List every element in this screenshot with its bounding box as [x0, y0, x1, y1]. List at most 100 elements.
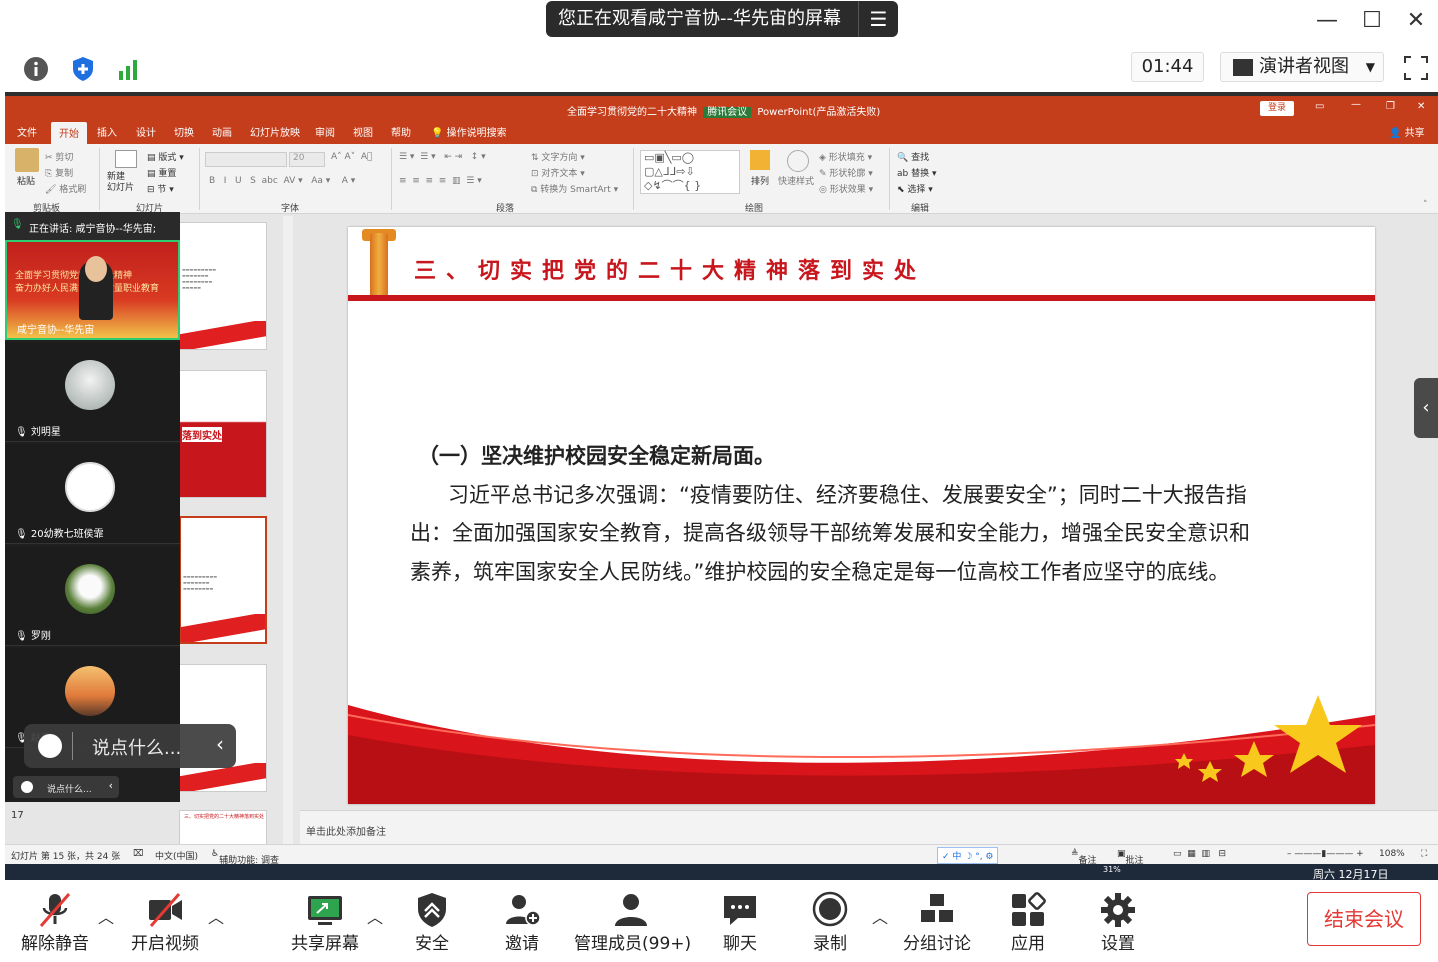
font-family-select[interactable]: [205, 152, 287, 167]
slide-canvas[interactable]: 三、切实把党的二十大精神落到实处 （一）坚决维护校园安全稳定新局面。 习近平总书…: [348, 227, 1375, 804]
tab-animations[interactable]: 动画: [212, 124, 232, 139]
participant-tile[interactable]: 🎙 20幼教七班侯霏: [5, 444, 180, 544]
ime-toolbar[interactable]: ✓ 中 ☽ °, ⚙: [937, 847, 999, 864]
font-size-select[interactable]: 20: [289, 152, 325, 167]
shape-effects-button[interactable]: ◎ 形状效果 ▾: [819, 182, 873, 195]
emoji-icon[interactable]: [38, 734, 62, 758]
hamburger-icon[interactable]: ☰: [858, 1, 898, 37]
tab-transitions[interactable]: 切换: [174, 124, 194, 139]
participant-tile[interactable]: 🎙 刘明星: [5, 342, 180, 442]
ribbon-display-icon[interactable]: ▭: [1315, 101, 1324, 112]
login-button[interactable]: 登录: [1260, 101, 1294, 116]
shape-outline-button[interactable]: ✎ 形状轮廓 ▾: [819, 166, 873, 179]
info-icon[interactable]: [21, 54, 51, 84]
participant-tile[interactable]: 🎙 罗刚: [5, 546, 180, 646]
collapse-ribbon-icon[interactable]: ˄: [1423, 200, 1428, 210]
chevron-left-icon[interactable]: ‹: [109, 779, 113, 792]
share-options-caret[interactable]: ︿: [367, 904, 383, 928]
new-slide-button[interactable]: 新建 幻灯片: [107, 172, 134, 194]
security-button[interactable]: 安全: [400, 888, 464, 958]
new-slide-icon[interactable]: [115, 150, 137, 168]
tab-home[interactable]: 开始: [51, 122, 87, 144]
select-button[interactable]: ⬉ 选择 ▾: [897, 182, 933, 195]
comments-button[interactable]: ▣ 批注: [1117, 849, 1144, 866]
apps-button[interactable]: 应用: [996, 888, 1060, 958]
tab-help[interactable]: 帮助: [391, 124, 411, 139]
layout-button[interactable]: ▤ 版式 ▾: [147, 150, 184, 163]
quick-styles-icon[interactable]: [787, 150, 809, 172]
cut-button[interactable]: ✂ 剪切: [45, 150, 73, 163]
settings-button[interactable]: 设置: [1086, 888, 1150, 958]
minimize-icon[interactable]: —: [1312, 8, 1342, 33]
end-meeting-button[interactable]: 结束会议: [1307, 892, 1421, 946]
record-options-caret[interactable]: ︿: [872, 904, 888, 928]
slide-thumbnail[interactable]: ▬▬▬▬▬▬▬▬▬ ▬▬▬▬▬▬▬ ▬▬▬▬▬▬▬▬ ▬▬▬▬▬: [179, 222, 267, 350]
record-button[interactable]: 录制: [798, 888, 862, 958]
chat-placeholder[interactable]: 说点什么...: [92, 734, 181, 760]
paste-button[interactable]: 粘贴: [17, 174, 35, 187]
tab-insert[interactable]: 插入: [97, 124, 117, 139]
start-video-button[interactable]: 开启视频: [124, 888, 206, 958]
share-banner[interactable]: 您正在观看咸宁音协--华先宙的屏幕 ☰: [546, 1, 898, 37]
zoom-slider[interactable]: – ———▮——— +: [1287, 849, 1364, 859]
shapes-gallery[interactable]: ▭▣╲▭◯ ▢△ᒧᒧ⇨⇩ ◇↯⌒⌒{ }: [640, 150, 740, 194]
video-options-caret[interactable]: ︿: [208, 904, 224, 928]
maximize-icon[interactable]: ☐: [1357, 8, 1387, 33]
chat-input-bubble-small[interactable]: 说点什么... ‹: [13, 776, 119, 798]
find-button[interactable]: 🔍 查找: [897, 150, 929, 163]
copy-button[interactable]: ⎘ 复制: [45, 166, 73, 179]
format-painter-button[interactable]: 🖌 格式刷: [45, 182, 86, 195]
active-speaker-tile[interactable]: 全面学习贯彻党的二十大精神 奋力办好人民满意的高质量职业教育 咸宁音协--华先宙: [5, 240, 180, 340]
share-screen-button[interactable]: 共享屏幕: [284, 888, 366, 958]
fullscreen-icon[interactable]: [1402, 54, 1430, 82]
chevron-left-icon[interactable]: ‹: [216, 732, 224, 756]
thumbnail-scrollbar[interactable]: [283, 216, 293, 846]
tell-me-search[interactable]: 💡 操作说明搜索: [431, 124, 507, 139]
text-direction-button[interactable]: ⇅ 文字方向 ▾: [531, 150, 585, 163]
font-style-buttons[interactable]: B I U S abc AV ▾ Aa ▾ A ▾: [209, 176, 355, 186]
tab-file[interactable]: 文件: [17, 124, 37, 139]
replace-button[interactable]: ab 替换 ▾: [897, 166, 937, 179]
side-panel-toggle[interactable]: ‹: [1414, 378, 1438, 438]
speaker-view-dropdown[interactable]: 演讲者视图 ▼: [1220, 52, 1384, 82]
accessibility-status[interactable]: ♿ 辅助功能: 调查: [211, 849, 279, 866]
notes-button[interactable]: ≜ 备注: [1071, 849, 1097, 866]
paste-icon[interactable]: [15, 148, 39, 172]
breakout-rooms-button[interactable]: 分组讨论: [898, 888, 976, 958]
shape-fill-button[interactable]: ◈ 形状填充 ▾: [819, 150, 872, 163]
view-buttons[interactable]: ▭ ▦ ▥ ⊟: [1173, 849, 1226, 859]
zoom-level[interactable]: 108%: [1379, 849, 1405, 859]
notes-pane[interactable]: 单击此处添加备注: [300, 810, 1438, 844]
align-text-button[interactable]: ⊡ 对齐文本 ▾: [531, 166, 585, 179]
signal-icon[interactable]: [114, 54, 144, 84]
tab-review[interactable]: 审阅: [315, 124, 335, 139]
unmute-button[interactable]: 解除静音: [14, 888, 96, 958]
chat-input-bubble[interactable]: 说点什么... ‹: [24, 724, 236, 768]
arrange-icon[interactable]: [750, 150, 770, 170]
shield-icon[interactable]: [68, 54, 98, 84]
quick-styles-button[interactable]: 快速样式: [778, 174, 814, 187]
emoji-icon[interactable]: [21, 781, 33, 793]
arrange-button[interactable]: 排列: [751, 174, 769, 187]
tab-slideshow[interactable]: 幻灯片放映: [250, 124, 300, 139]
close-icon[interactable]: ✕: [1401, 8, 1431, 33]
manage-members-button[interactable]: 管理成员(99+): [574, 888, 691, 958]
close-icon[interactable]: ✕: [1417, 101, 1425, 112]
slide-thumbnail[interactable]: 落到实处: [179, 370, 267, 498]
minimize-icon[interactable]: —: [1351, 99, 1361, 110]
section-button[interactable]: ⊟ 节 ▾: [147, 182, 174, 195]
list-buttons[interactable]: ☰ ▾ ☰ ▾ ⇤ ⇥ ↕ ▾: [399, 152, 486, 162]
fit-slide-icon[interactable]: ⛶: [1421, 849, 1427, 859]
unmute-options-caret[interactable]: ︿: [98, 904, 114, 928]
alignment-buttons[interactable]: ≡ ≡ ≡ ≡ ▥ ☰ ▾: [399, 176, 482, 186]
font-grow-shrink-buttons[interactable]: A˄ A˅ A⃠: [331, 152, 372, 162]
chat-button[interactable]: 聊天: [708, 888, 772, 958]
smartart-button[interactable]: ⧉ 转换为 SmartArt ▾: [531, 182, 618, 195]
invite-button[interactable]: 邀请: [490, 888, 554, 958]
restore-icon[interactable]: ❐: [1386, 101, 1395, 112]
tab-view[interactable]: 视图: [353, 124, 373, 139]
reset-button[interactable]: ▤ 重置: [147, 166, 176, 179]
spellcheck-icon[interactable]: ⌧: [133, 849, 143, 859]
slide-thumbnail-selected[interactable]: ▬▬▬▬▬▬▬▬▬ ▬▬▬▬▬▬▬ ▬▬▬▬▬▬▬▬: [179, 516, 267, 644]
share-button[interactable]: 👤 共享: [1389, 124, 1425, 139]
